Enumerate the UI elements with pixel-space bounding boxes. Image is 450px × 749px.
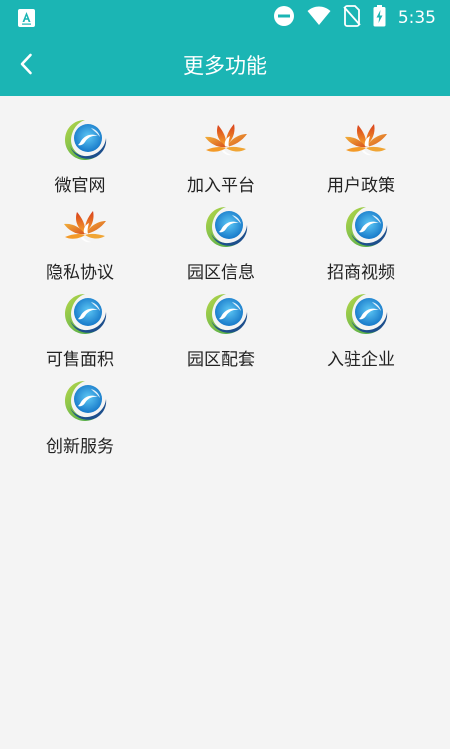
blue-swirl-logo-icon	[61, 377, 109, 425]
back-button[interactable]	[10, 48, 42, 84]
blue-swirl-logo-icon	[61, 116, 109, 164]
feature-item-park-facilities[interactable]: 园区配套	[146, 286, 296, 372]
feature-label: 可售面积	[46, 350, 114, 370]
app-notification-icon	[18, 9, 35, 27]
orange-flower-logo-icon	[202, 116, 250, 164]
feature-item-investment-video[interactable]: 招商视频	[286, 199, 436, 285]
feature-label: 招商视频	[327, 263, 395, 283]
battery-charging-icon	[373, 5, 386, 31]
blue-swirl-logo-icon	[342, 203, 390, 251]
do-not-disturb-icon	[273, 5, 295, 31]
status-icons: 5:35	[261, 5, 436, 31]
nav-bar: 更多功能	[0, 36, 450, 96]
chevron-left-icon	[19, 53, 33, 79]
feature-item-privacy-agreement[interactable]: 隐私协议	[5, 199, 155, 285]
no-sim-icon	[343, 5, 361, 31]
feature-item-micro-website[interactable]: 微官网	[5, 112, 155, 198]
feature-label: 创新服务	[46, 437, 114, 457]
wifi-icon	[307, 6, 331, 30]
blue-swirl-logo-icon	[202, 203, 250, 251]
feature-item-innovation-services[interactable]: 创新服务	[5, 373, 155, 459]
feature-label: 入驻企业	[327, 350, 395, 370]
status-bar: 5:35	[0, 0, 450, 36]
blue-swirl-logo-icon	[61, 290, 109, 338]
page-title: 更多功能	[183, 54, 267, 78]
feature-label: 加入平台	[187, 176, 255, 196]
feature-label: 园区配套	[187, 350, 255, 370]
screen: 5:35 更多功能 微官网 加入平台 用户政策 隐私协议 园区信息 招商视频 可…	[0, 0, 450, 749]
blue-swirl-logo-icon	[202, 290, 250, 338]
status-time: 5:35	[397, 8, 436, 28]
feature-item-resident-companies[interactable]: 入驻企业	[286, 286, 436, 372]
feature-item-user-policy[interactable]: 用户政策	[286, 112, 436, 198]
orange-flower-logo-icon	[61, 203, 109, 251]
feature-label: 微官网	[54, 176, 106, 196]
feature-item-park-info[interactable]: 园区信息	[146, 199, 296, 285]
feature-item-join-platform[interactable]: 加入平台	[146, 112, 296, 198]
feature-label: 园区信息	[187, 263, 255, 283]
header: 5:35 更多功能	[0, 0, 450, 96]
blue-swirl-logo-icon	[342, 290, 390, 338]
feature-label: 用户政策	[327, 176, 395, 196]
feature-item-available-area[interactable]: 可售面积	[5, 286, 155, 372]
orange-flower-logo-icon	[342, 116, 390, 164]
feature-label: 隐私协议	[46, 263, 114, 283]
